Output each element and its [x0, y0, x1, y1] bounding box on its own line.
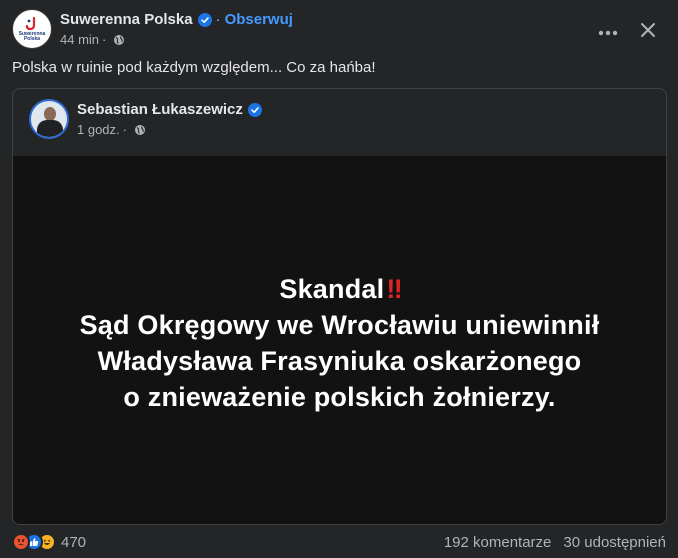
post-time[interactable]: 44 min	[60, 32, 99, 47]
post-author-row: Suwerenna Polska · Obserwuj	[60, 10, 293, 30]
shared-author-row: Sebastian Łukaszewicz	[77, 100, 262, 120]
shared-post-image[interactable]: Skandal‼ Sąd Okręgowy we Wrocławiu uniew…	[13, 156, 666, 524]
shared-meta-row: 1 godz. ·	[77, 121, 262, 139]
image-line-4: o znieważenie polskich żołnierzy.	[123, 382, 556, 412]
verified-badge-icon	[247, 102, 262, 117]
post-footer: 470 192 komentarze 30 udostępnień	[12, 531, 666, 553]
angry-reaction-icon	[12, 533, 30, 551]
header-actions	[590, 14, 666, 50]
shared-author-avatar[interactable]	[29, 99, 69, 139]
page-logo-text: Suwerenna Polska	[18, 30, 46, 42]
image-line-3: Władysława Frasyniuka oskarżonego	[97, 346, 582, 376]
meta-separator: ·	[102, 32, 107, 47]
feed-post: Suwerenna Polska Suwerenna Polska · Obse…	[0, 0, 678, 558]
image-line-1: Skandal‼	[80, 271, 600, 307]
close-icon	[640, 22, 656, 43]
separator-dot: ·	[215, 11, 221, 28]
double-exclamation-icon: ‼	[386, 274, 402, 304]
post-author-info: Suwerenna Polska · Obserwuj 44 min ·	[60, 10, 293, 49]
avatar-head	[44, 107, 56, 121]
post-caption: Polska w ruinie pod każdym względem... C…	[12, 59, 376, 76]
image-text-block: Skandal‼ Sąd Okręgowy we Wrocławiu uniew…	[80, 271, 600, 415]
shared-meta-separator: ·	[122, 122, 127, 137]
post-meta-row: 44 min ·	[60, 31, 293, 49]
comments-count[interactable]: 192 komentarze	[444, 534, 552, 551]
shares-count[interactable]: 30 udostępnień	[563, 534, 666, 551]
page-name[interactable]: Suwerenna Polska	[60, 11, 193, 28]
verified-badge-icon	[197, 12, 212, 27]
shared-author-info: Sebastian Łukaszewicz 1 godz. ·	[77, 100, 262, 139]
globe-icon	[134, 124, 146, 136]
more-options-button[interactable]	[590, 14, 626, 50]
shared-post-time[interactable]: 1 godz.	[77, 122, 120, 137]
page-logo-icon	[25, 16, 39, 31]
reactions-summary[interactable]: 470	[12, 533, 86, 551]
avatar-body	[37, 120, 63, 137]
follow-button[interactable]: Obserwuj	[225, 11, 293, 28]
shared-post[interactable]: Sebastian Łukaszewicz 1 godz. · Skandal‼…	[12, 88, 667, 525]
image-headline: Skandal	[279, 274, 385, 304]
globe-icon	[113, 34, 125, 46]
page-avatar[interactable]: Suwerenna Polska	[12, 9, 52, 49]
shared-post-header: Sebastian Łukaszewicz 1 godz. ·	[29, 99, 262, 139]
image-line-2: Sąd Okręgowy we Wrocławiu uniewinnił	[79, 310, 600, 340]
reaction-count: 470	[61, 533, 87, 551]
engagement-stats: 192 komentarze 30 udostępnień	[444, 534, 666, 551]
close-button[interactable]	[630, 14, 666, 50]
shared-author-name[interactable]: Sebastian Łukaszewicz	[77, 101, 243, 118]
more-icon	[598, 23, 618, 41]
post-header: Suwerenna Polska Suwerenna Polska · Obse…	[12, 8, 666, 50]
